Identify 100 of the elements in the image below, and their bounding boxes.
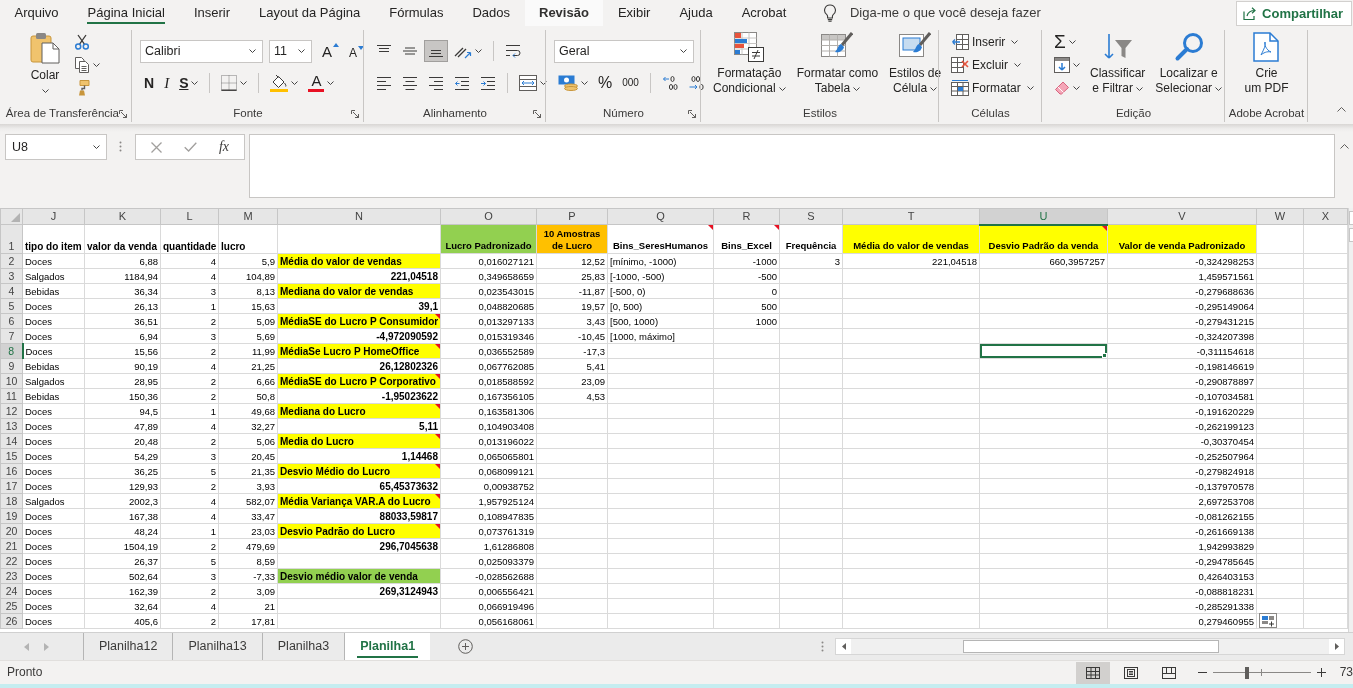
conditional-formatting-button[interactable]: Formatação Condicional	[709, 26, 790, 97]
grid-arrow-icon	[951, 34, 969, 50]
column-header[interactable]: L	[160, 208, 219, 225]
vertical-dots-icon[interactable]	[821, 641, 824, 652]
active-cell[interactable]	[979, 343, 1108, 359]
header-cell: Média do valor de vendas	[842, 224, 980, 254]
column-header[interactable]: T	[842, 208, 980, 225]
italic-button[interactable]: I	[160, 72, 174, 94]
column-header[interactable]: N	[277, 208, 441, 225]
table-cell: 2	[160, 313, 219, 329]
banknote-icon	[558, 75, 578, 91]
column-header[interactable]: Q	[607, 208, 714, 225]
table-cell: 2	[160, 538, 219, 554]
table-cell: Doces	[22, 568, 85, 584]
table-cell: 0,013196022	[440, 433, 537, 449]
sheet-tab[interactable]: Planilha1	[344, 633, 431, 660]
triangle-right-icon	[1334, 643, 1339, 650]
scroll-thumb[interactable]	[963, 640, 1219, 653]
find-select-button[interactable]: Localizar e Selecionar	[1151, 26, 1227, 97]
group-title: Número	[603, 107, 644, 121]
font-dropdown[interactable]: Calibri	[140, 39, 263, 63]
ribbon-tab[interactable]: Acrobat	[727, 0, 801, 26]
thousands-separator-button[interactable]: 000	[618, 72, 643, 94]
font-size-dropdown[interactable]: 11	[269, 39, 312, 63]
dialog-launcher-icon[interactable]	[351, 110, 359, 118]
underline-button[interactable]: S	[175, 72, 203, 94]
create-pdf-button[interactable]: Crie um PDF	[1240, 26, 1293, 97]
number-format-dropdown[interactable]: Geral	[554, 39, 694, 63]
header-cell: 10 Amostras de Lucro	[536, 224, 608, 254]
name-box[interactable]: U8	[5, 134, 107, 160]
table-cell: 4	[160, 253, 219, 269]
table-cell: -11,87	[536, 283, 608, 299]
paste-button[interactable]: Colar	[26, 26, 64, 94]
dialog-launcher-icon[interactable]	[688, 110, 696, 118]
format-cells-button[interactable]: Formatar	[947, 77, 1038, 99]
ribbon-tab[interactable]: Dados	[457, 0, 525, 26]
fill-handle-icon[interactable]	[1102, 353, 1107, 358]
ribbon-tab[interactable]: Revisão	[524, 0, 604, 26]
table-cell: -0,279824918	[1107, 463, 1257, 479]
align-bottom-button[interactable]	[424, 40, 448, 62]
column-header[interactable]: X	[1303, 208, 1348, 225]
share-button[interactable]: Compartilhar	[1236, 1, 1352, 26]
horizontal-scrollbar[interactable]	[835, 638, 1345, 655]
shrink-font-button[interactable]: A	[345, 40, 369, 62]
table-cell: 0,023543015	[440, 283, 537, 299]
table-cell: Bebidas	[22, 388, 85, 404]
ribbon-tab[interactable]: Arquivo	[0, 0, 74, 26]
vertical-dots-icon	[119, 141, 122, 152]
column-header[interactable]: U	[979, 208, 1108, 225]
column-header[interactable]: S	[779, 208, 843, 225]
table-cell: Salgados	[22, 493, 85, 509]
dialog-launcher-icon[interactable]	[119, 110, 127, 118]
ribbon-tab[interactable]: Inserir	[179, 0, 245, 26]
column-header[interactable]: M	[218, 208, 278, 225]
sort-filter-button[interactable]: Classificar e Filtrar	[1086, 26, 1150, 97]
row-header[interactable]: 1	[0, 224, 23, 254]
table-cell: 1,459571561	[1107, 268, 1257, 284]
ribbon-tab[interactable]: Página Inicial	[73, 0, 180, 26]
caret-up-icon[interactable]	[1340, 144, 1349, 149]
ribbon-tab[interactable]: Fórmulas	[374, 0, 458, 26]
zoom-slider-thumb[interactable]	[1244, 666, 1249, 679]
table-cell: 0,426403153	[1107, 568, 1257, 584]
normal-view-button[interactable]	[1075, 661, 1110, 684]
zoom-level-text[interactable]: 73	[1339, 665, 1353, 680]
scroll-right-button[interactable]	[1329, 639, 1344, 654]
column-header[interactable]: P	[536, 208, 608, 225]
scroll-left-button[interactable]	[836, 639, 851, 654]
autosum-button[interactable]: Σ	[1050, 31, 1080, 53]
vertical-scrollbar[interactable]	[1348, 208, 1353, 632]
table-cell: 20,45	[218, 448, 278, 464]
table-cell: 4	[160, 598, 219, 614]
table-cell: 15,56	[84, 343, 161, 359]
table-cell: 0,016027121	[440, 253, 537, 269]
tell-me-field[interactable]: Diga-me o que você deseja fazer	[849, 5, 1065, 21]
table-cell: -0,285291338	[1107, 598, 1257, 614]
insert-cells-button[interactable]: Inserir	[947, 31, 1023, 53]
column-header[interactable]: V	[1107, 208, 1257, 225]
zoom-in-button[interactable]	[1314, 668, 1328, 677]
format-as-table-button[interactable]: Formatar como Tabela	[792, 26, 883, 97]
column-header[interactable]: K	[84, 208, 161, 225]
insert-function-button[interactable]: fx	[215, 136, 232, 158]
grow-font-button[interactable]: A	[318, 40, 343, 62]
table-cell: 4,53	[536, 388, 608, 404]
bold-button[interactable]: N	[140, 72, 159, 94]
ribbon-tab[interactable]: Ajuda	[664, 0, 728, 26]
column-header[interactable]: J	[22, 208, 85, 225]
font-color-button[interactable]: A	[304, 72, 339, 94]
column-header[interactable]: O	[440, 208, 537, 225]
quick-analysis-icon[interactable]	[1259, 613, 1277, 628]
column-header[interactable]: R	[713, 208, 780, 225]
ribbon-tab[interactable]: Exibir	[603, 0, 665, 26]
ribbon-tab[interactable]: Layout da Página	[244, 0, 375, 26]
delete-cells-button[interactable]: Excluir	[947, 54, 1025, 76]
arrow-right-icon	[687, 75, 704, 91]
percent-button[interactable]: %	[594, 72, 617, 94]
table-cell: -0,294785645	[1107, 553, 1257, 569]
dialog-launcher-icon[interactable]	[533, 110, 541, 118]
column-header[interactable]: W	[1256, 208, 1304, 225]
formula-input[interactable]	[249, 134, 1335, 198]
caret-up-icon[interactable]	[1337, 107, 1346, 112]
